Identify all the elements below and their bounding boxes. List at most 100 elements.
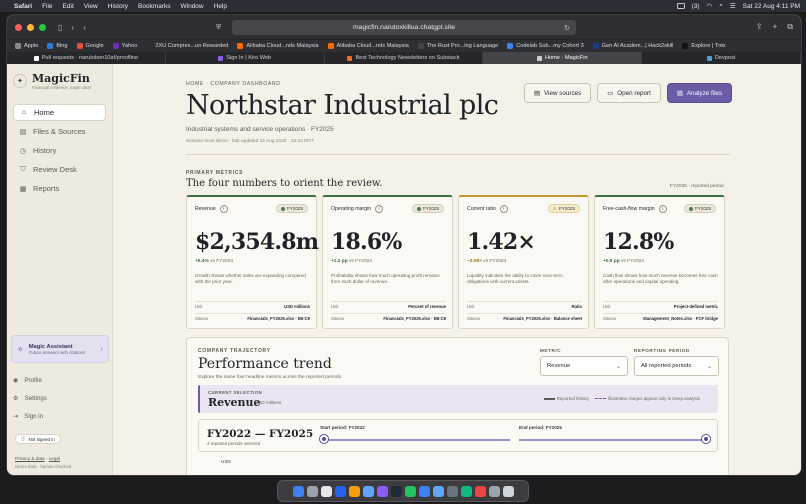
browser-tab[interactable]: Best Technology Newsletters on Substack (325, 52, 484, 64)
dock-app-icon[interactable] (390, 485, 402, 497)
dock-app-icon[interactable] (320, 485, 332, 497)
sidebar-item-review-desk[interactable]: ⛉ Review Desk (13, 161, 106, 178)
bookmark-item[interactable]: The Rust Pro...ing Language (417, 43, 498, 49)
back-icon[interactable]: ‹ (71, 23, 74, 32)
bookmark-item[interactable]: Alibaba Cloud...nds Malaysia (327, 43, 409, 49)
sidebar-link-settings[interactable]: ⚙ Settings (13, 392, 47, 405)
dock-app-icon[interactable] (376, 485, 388, 497)
privacy-shield-icon[interactable]: ⛨ (216, 24, 221, 32)
info-icon[interactable]: i (499, 204, 508, 213)
dock-app-icon[interactable] (446, 485, 458, 497)
dock-app-icon[interactable] (362, 485, 374, 497)
brand-logo[interactable]: ✦ MagicFin Financial evidence, made clea… (13, 72, 106, 90)
metric-select[interactable]: Revenue ⌄ (540, 356, 628, 376)
dock-app-icon[interactable] (348, 485, 360, 497)
reload-icon[interactable]: ↻ (564, 24, 570, 32)
sidebar-toggle-icon[interactable]: ▯ (58, 23, 62, 32)
sidebar-item-reports[interactable]: ▦ Reports (13, 180, 106, 197)
metric-card[interactable]: Revenue i FY2025 $2,354.8m +5.4% vs FY2024 Gr… (186, 195, 319, 329)
tab-favicon-icon (706, 55, 712, 61)
dock-app-icon[interactable] (306, 485, 318, 497)
magic-assistant-card[interactable]: ✧ Magic Assistant Future answers with ci… (11, 335, 109, 363)
wifi-icon[interactable]: ◠ (707, 2, 713, 10)
info-icon[interactable]: i (658, 204, 667, 213)
menu-safari[interactable]: Safari (14, 3, 32, 10)
open-report-button[interactable]: ▭ Open report (597, 83, 661, 103)
end-track[interactable] (519, 439, 707, 441)
browser-tab[interactable]: Home · MagicFin (483, 52, 643, 64)
dock-app-icon[interactable] (404, 485, 416, 497)
control-center-icon[interactable]: ☰ (730, 2, 736, 10)
bookmark-favicon-icon (76, 43, 83, 49)
view-sources-button[interactable]: ▤ View sources (524, 83, 592, 103)
menu-bookmarks[interactable]: Bookmarks (138, 3, 171, 10)
forward-icon[interactable]: › (83, 23, 86, 32)
dock-app-icon[interactable] (502, 485, 514, 497)
address-bar[interactable]: ⛨ magicfin.narutoxkillua.chatgpt.site ↻ (216, 20, 576, 35)
metric-value: 12.8% (603, 229, 674, 255)
info-icon[interactable]: i (219, 204, 228, 213)
metric-card[interactable]: Current ratio i ⚠ FY2025 1.42× −0.08× vs FY20… (458, 195, 589, 329)
bookmark-item[interactable]: Alibaba Cloud...nds Malaysia (237, 43, 319, 49)
menu-help[interactable]: Help (214, 3, 227, 10)
metric-card[interactable]: Free-cash-flow margin i FY2025 12.8% +0.9 pp… (594, 195, 725, 329)
legend-illustrative: Illustrative ranges appear only in Deep … (607, 396, 700, 401)
sidebar-item-home[interactable]: ⌂ Home (13, 104, 106, 121)
sidebar: ✦ MagicFin Financial evidence, made clea… (7, 64, 113, 475)
browser-tab[interactable]: Devpost (642, 52, 801, 64)
bookmark-item[interactable]: Gen AI Academ...| Hack2skill (592, 43, 673, 49)
dock-app-icon[interactable] (292, 485, 304, 497)
sidebar-item-history[interactable]: ◷ History (13, 142, 106, 159)
info-icon[interactable]: i (375, 204, 384, 213)
menu-file[interactable]: File (42, 3, 52, 10)
end-period-handle[interactable] (701, 434, 711, 444)
tab-overview-icon[interactable]: ⧉ (787, 22, 793, 32)
sidebar-link-sign-in[interactable]: ⇥ Sign in (13, 410, 47, 423)
battery-icon[interactable] (676, 3, 685, 9)
tab-bar: Pull requests · narutoben10af/proofline S… (7, 52, 801, 64)
analyze-files-button[interactable]: ▧ Analyze files (666, 83, 733, 103)
dock-app-icon[interactable] (418, 485, 430, 497)
bookmark-item[interactable]: Explore | Tnkr (682, 43, 726, 49)
metric-value: 18.6% (331, 229, 402, 255)
primary-metrics-title: The four numbers to orient the review. (186, 178, 383, 189)
bookmark-item[interactable]: Bing (47, 43, 68, 49)
share-icon[interactable]: ⇪ (756, 22, 763, 32)
bookmark-item[interactable]: Yahoo (112, 43, 137, 49)
metric-card[interactable]: Operating margin i FY2025 18.6% +1.2 pp vs F… (322, 195, 453, 329)
sidebar-item-files-sources[interactable]: ▤ Files & Sources (13, 123, 106, 140)
privacy-link[interactable]: Privacy & data (15, 456, 45, 461)
tab-favicon-icon (347, 55, 353, 61)
sidebar-link-profile[interactable]: ◉ Profile (13, 374, 47, 387)
dock-app-icon[interactable] (488, 485, 500, 497)
link-icon: ⚙ (13, 395, 19, 402)
bookmark-item[interactable]: Google (76, 43, 104, 49)
dock-app-icon[interactable] (334, 485, 346, 497)
bookmark-item[interactable]: 2XU Compres...un Rewarded (146, 43, 228, 49)
menu-edit[interactable]: Edit (63, 3, 74, 10)
menubar-clock[interactable]: Sat 22 Aug 4:11 PM (743, 3, 800, 10)
notification-badge[interactable]: (3) (692, 3, 700, 10)
legal-link[interactable]: Legal (49, 456, 60, 461)
bookmark-item[interactable]: Apple (15, 43, 38, 49)
period-select[interactable]: All reported periods ⌄ (634, 356, 719, 376)
menu-window[interactable]: Window (181, 3, 204, 10)
start-track[interactable] (325, 439, 510, 441)
browser-tab[interactable]: Sign In | Kiro Web (166, 52, 325, 64)
dock-app-icon[interactable] (460, 485, 472, 497)
brand-name: MagicFin (32, 72, 90, 85)
browser-tab[interactable]: Pull requests · narutoben10af/proofline (7, 52, 166, 64)
menu-history[interactable]: History (108, 3, 128, 10)
window-controls (15, 23, 46, 31)
new-tab-icon[interactable]: + (773, 22, 778, 32)
zoom-window-button[interactable] (39, 23, 46, 31)
search-icon[interactable]: ⌕ (719, 2, 723, 10)
start-period-handle[interactable] (319, 434, 329, 444)
close-window-button[interactable] (15, 23, 22, 31)
minimize-window-button[interactable] (27, 23, 34, 31)
menu-view[interactable]: View (84, 3, 98, 10)
bookmark-favicon-icon (112, 43, 119, 49)
dock-app-icon[interactable] (474, 485, 486, 497)
dock-app-icon[interactable] (432, 485, 444, 497)
bookmark-item[interactable]: Codelab Sub...my Cohort 3 (507, 43, 584, 49)
